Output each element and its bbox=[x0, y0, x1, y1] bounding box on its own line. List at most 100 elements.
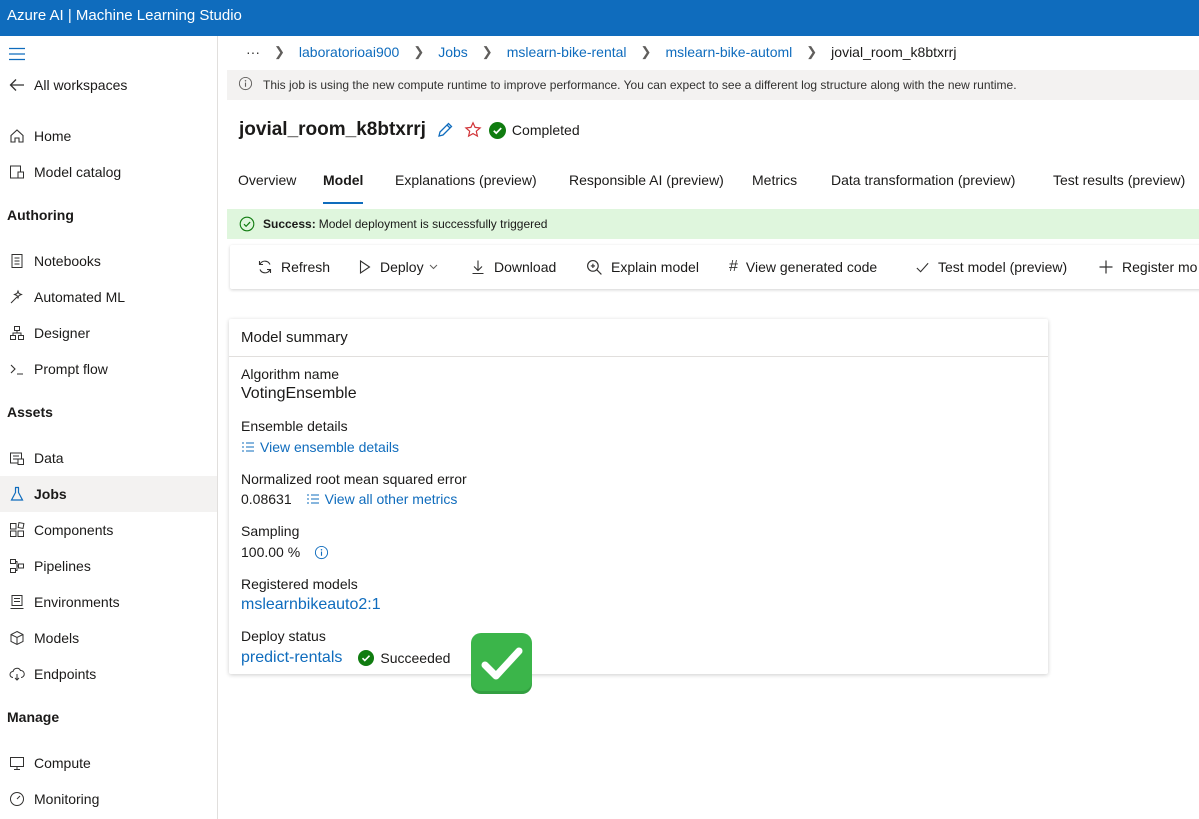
tab-metrics[interactable]: Metrics bbox=[752, 172, 797, 204]
edit-pencil-icon[interactable] bbox=[436, 121, 454, 139]
tab-data-transformation[interactable]: Data transformation (preview) bbox=[831, 172, 1015, 204]
main-content: ··· ❯ laboratorioai900 ❯ Jobs ❯ mslearn-… bbox=[219, 36, 1199, 819]
sidebar-item-label: Monitoring bbox=[34, 791, 100, 807]
explain-model-label: Explain model bbox=[611, 259, 699, 275]
success-message: Model deployment is successfully trigger… bbox=[318, 217, 548, 231]
left-nav: All workspaces Home Model catalog Author… bbox=[0, 36, 218, 819]
registered-models-label: Registered models bbox=[241, 576, 358, 592]
register-model-label: Register mo bbox=[1122, 259, 1198, 275]
download-label: Download bbox=[494, 259, 557, 275]
view-ensemble-details-link[interactable]: View ensemble details bbox=[241, 439, 399, 455]
registered-model-link[interactable]: mslearnbikeauto2:1 bbox=[241, 596, 381, 614]
chevron-right-icon: ❯ bbox=[413, 44, 425, 59]
sidebar-item-label: Prompt flow bbox=[34, 361, 108, 377]
gauge-icon bbox=[8, 790, 26, 808]
test-model-button[interactable]: Test model (preview) bbox=[915, 245, 1067, 289]
ensemble-label: Ensemble details bbox=[241, 418, 348, 434]
deploy-status-label: Deploy status bbox=[241, 628, 326, 644]
back-arrow-icon bbox=[8, 76, 26, 94]
endpoint-link[interactable]: predict-rentals bbox=[241, 649, 342, 667]
sidebar-item-endpoints[interactable]: Endpoints bbox=[0, 656, 217, 692]
page-title: jovial_room_k8btxrrj bbox=[239, 119, 426, 140]
sidebar-item-label: Components bbox=[34, 522, 114, 538]
designer-icon bbox=[8, 324, 26, 342]
download-icon bbox=[470, 259, 486, 275]
chevron-right-icon: ❯ bbox=[481, 44, 493, 59]
components-icon bbox=[8, 521, 26, 539]
list-icon bbox=[241, 441, 255, 453]
download-button[interactable]: Download bbox=[470, 245, 556, 289]
sidebar-item-designer[interactable]: Designer bbox=[0, 315, 217, 351]
breadcrumb-overflow-button[interactable]: ··· bbox=[246, 44, 260, 60]
tab-responsible-ai[interactable]: Responsible AI (preview) bbox=[569, 172, 724, 204]
sidebar-item-label: Environments bbox=[34, 594, 120, 610]
breadcrumb-workspace[interactable]: laboratorioai900 bbox=[299, 44, 399, 60]
sidebar-item-home[interactable]: Home bbox=[0, 118, 217, 154]
sidebar-item-notebooks[interactable]: Notebooks bbox=[0, 243, 217, 279]
refresh-icon bbox=[257, 259, 273, 275]
sidebar-item-label: All workspaces bbox=[34, 77, 128, 93]
sidebar-item-monitoring[interactable]: Monitoring bbox=[0, 781, 217, 817]
environments-icon bbox=[8, 593, 26, 611]
plus-icon bbox=[1098, 259, 1114, 275]
favorite-star-icon[interactable] bbox=[464, 121, 482, 139]
registered-model-text: mslearnbikeauto2:1 bbox=[241, 596, 381, 613]
deploy-button[interactable]: Deploy bbox=[358, 245, 438, 289]
chevron-down-icon bbox=[429, 264, 438, 270]
sidebar-item-label: Automated ML bbox=[34, 289, 126, 305]
tab-model[interactable]: Model bbox=[323, 172, 364, 204]
breadcrumb-parent-job[interactable]: mslearn-bike-automl bbox=[665, 44, 792, 60]
view-generated-code-button[interactable]: # View generated code bbox=[729, 245, 877, 289]
sidebar-item-jobs[interactable]: Jobs bbox=[0, 476, 217, 512]
sidebar-item-environments[interactable]: Environments bbox=[0, 584, 217, 620]
explain-model-button[interactable]: Explain model bbox=[586, 245, 699, 289]
deploy-label: Deploy bbox=[380, 259, 424, 275]
sidebar-item-label: Compute bbox=[34, 755, 91, 771]
register-model-button[interactable]: Register mo bbox=[1098, 245, 1197, 289]
compute-icon bbox=[8, 754, 26, 772]
deploy-status-badge: Succeeded bbox=[358, 650, 450, 666]
breadcrumb-jobs[interactable]: Jobs bbox=[438, 44, 468, 60]
info-icon[interactable] bbox=[314, 545, 329, 560]
breadcrumb-experiment[interactable]: mslearn-bike-rental bbox=[507, 44, 627, 60]
sidebar-item-label: Data bbox=[34, 450, 64, 466]
sidebar-item-label: Pipelines bbox=[34, 558, 91, 574]
sidebar-item-label: Endpoints bbox=[34, 666, 97, 682]
tab-test-results[interactable]: Test results (preview) bbox=[1053, 172, 1185, 204]
view-all-metrics-link[interactable]: View all other metrics bbox=[306, 491, 458, 507]
sidebar-item-data[interactable]: Data bbox=[0, 440, 217, 476]
tab-explanations[interactable]: Explanations (preview) bbox=[395, 172, 537, 204]
refresh-button[interactable]: Refresh bbox=[257, 245, 330, 289]
success-check-icon bbox=[239, 216, 255, 232]
home-icon bbox=[8, 127, 26, 145]
prompt-icon bbox=[8, 360, 26, 378]
sidebar-item-automated-ml[interactable]: Automated ML bbox=[0, 279, 217, 315]
all-workspaces-link[interactable]: All workspaces bbox=[0, 67, 217, 103]
check-circle-icon bbox=[488, 121, 506, 139]
sidebar-item-prompt-flow[interactable]: Prompt flow bbox=[0, 351, 217, 387]
sidebar-item-label: Jobs bbox=[34, 486, 67, 502]
sampling-value: 100.00 % bbox=[241, 544, 301, 560]
sidebar-item-components[interactable]: Components bbox=[0, 512, 217, 548]
cube-icon bbox=[8, 629, 26, 647]
automl-icon bbox=[8, 288, 26, 306]
check-mark-emoji-icon bbox=[471, 633, 532, 694]
hashtag-icon: # bbox=[729, 258, 738, 275]
job-title-row: jovial_room_k8btxrrj Completed bbox=[239, 116, 580, 144]
sidebar-item-compute[interactable]: Compute bbox=[0, 745, 217, 781]
status-text: Completed bbox=[511, 122, 580, 138]
nrmse-value: 0.08631 bbox=[241, 491, 292, 507]
tab-overview[interactable]: Overview bbox=[238, 172, 296, 204]
catalog-icon bbox=[8, 163, 26, 181]
sidebar-item-model-catalog[interactable]: Model catalog bbox=[0, 154, 217, 190]
view-ensemble-details-text: View ensemble details bbox=[260, 439, 400, 455]
view-all-metrics-text: View all other metrics bbox=[324, 491, 458, 507]
list-icon bbox=[306, 493, 320, 505]
sidebar-item-label: Notebooks bbox=[34, 253, 101, 269]
authoring-heading: Authoring bbox=[7, 207, 74, 223]
app-title[interactable]: Azure AI | Machine Learning Studio bbox=[7, 7, 242, 24]
pipelines-icon bbox=[8, 557, 26, 575]
sidebar-item-label: Model catalog bbox=[34, 164, 122, 180]
sidebar-item-models[interactable]: Models bbox=[0, 620, 217, 656]
sidebar-item-pipelines[interactable]: Pipelines bbox=[0, 548, 217, 584]
